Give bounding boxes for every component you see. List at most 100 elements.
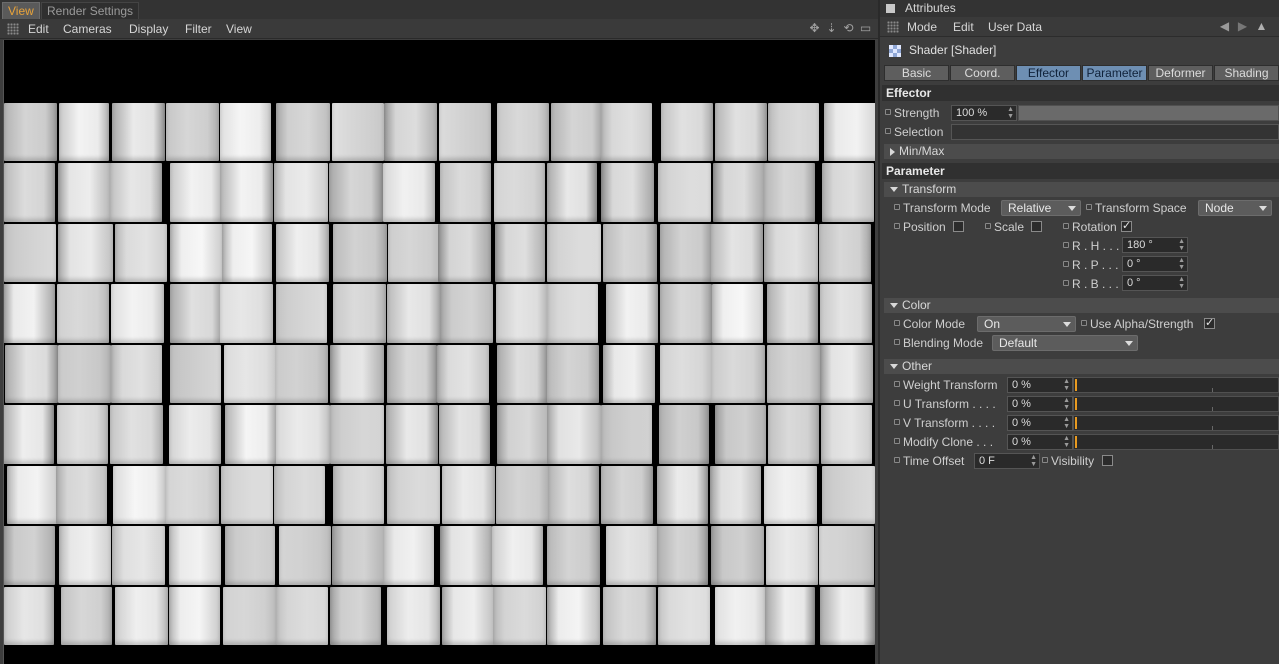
cube-tile [221, 465, 273, 525]
menu-edit[interactable]: Edit [28, 21, 49, 37]
strength-slider[interactable] [1018, 105, 1279, 121]
spinner-icon[interactable]: ▲ ▼ [1007, 106, 1014, 120]
blending-mode-value: Default [999, 336, 1038, 350]
rb-input[interactable]: 0 ° ▲ ▼ [1122, 275, 1188, 291]
tab-effector[interactable]: Effector [1016, 65, 1081, 81]
grip-icon[interactable] [887, 21, 899, 33]
rotate-icon[interactable]: ⟲ [842, 22, 855, 35]
menu-cameras[interactable]: Cameras [63, 21, 112, 37]
tab-shading[interactable]: Shading [1214, 65, 1279, 81]
tab-coord[interactable]: Coord. [950, 65, 1015, 81]
animation-dot[interactable] [885, 109, 891, 115]
u-transform-slider[interactable] [1073, 396, 1279, 412]
visibility-checkbox[interactable] [1102, 455, 1113, 466]
strength-value: 100 % [956, 107, 988, 119]
v-transform-slider[interactable] [1073, 415, 1279, 431]
maximize-icon[interactable]: ▭ [859, 22, 872, 35]
tab-deformer[interactable]: Deformer [1148, 65, 1213, 81]
group-minmax[interactable]: Min/Max [884, 144, 1279, 159]
menu-user-data[interactable]: User Data [988, 19, 1042, 35]
animation-dot[interactable] [894, 381, 900, 387]
animation-dot[interactable] [885, 128, 891, 134]
animation-dot[interactable] [1063, 261, 1069, 267]
tab-render-settings[interactable]: Render Settings [41, 2, 140, 19]
animation-dot[interactable] [894, 438, 900, 444]
animation-dot[interactable] [894, 400, 900, 406]
viewport-canvas[interactable] [3, 40, 875, 664]
cube-tile [113, 465, 168, 525]
animation-dot[interactable] [1063, 242, 1069, 248]
cube-tile [601, 405, 653, 464]
spinner-icon[interactable]: ▲ ▼ [1030, 454, 1037, 468]
transform-space-dropdown[interactable]: Node [1198, 200, 1272, 216]
u-transform-input[interactable]: 0 % ▲ ▼ [1007, 396, 1073, 412]
slider-knob[interactable] [1075, 398, 1077, 410]
up-arrow-icon[interactable]: ▲ [1255, 20, 1268, 33]
strength-input[interactable]: 100 % ▲ ▼ [951, 105, 1017, 121]
selection-field[interactable] [951, 124, 1279, 140]
animation-dot[interactable] [1081, 320, 1087, 326]
menu-display[interactable]: Display [129, 21, 168, 37]
animation-dot[interactable] [894, 204, 900, 210]
forward-arrow-icon[interactable]: ▶ [1236, 20, 1249, 33]
position-checkbox[interactable] [953, 221, 964, 232]
animation-dot[interactable] [894, 339, 900, 345]
rh-input[interactable]: 180 ° ▲ ▼ [1122, 237, 1188, 253]
group-color[interactable]: Color [884, 298, 1279, 313]
v-transform-input[interactable]: 0 % ▲ ▼ [1007, 415, 1073, 431]
weight-transform-value: 0 % [1012, 379, 1031, 391]
spinner-icon[interactable]: ▲ ▼ [1063, 435, 1070, 449]
cube-tile [711, 526, 764, 585]
menu-filter[interactable]: Filter [185, 21, 212, 37]
animation-dot[interactable] [894, 223, 900, 229]
weight-transform-input[interactable]: 0 % ▲ ▼ [1007, 377, 1073, 393]
animation-dot[interactable] [1063, 223, 1069, 229]
blending-mode-dropdown[interactable]: Default [992, 335, 1138, 351]
modify-clone-slider[interactable] [1073, 434, 1279, 450]
tab-basic[interactable]: Basic [884, 65, 949, 81]
group-transform[interactable]: Transform [884, 182, 1279, 197]
slider-knob[interactable] [1075, 379, 1077, 391]
spinner-icon[interactable]: ▲ ▼ [1178, 257, 1185, 271]
grip-icon[interactable] [7, 23, 19, 35]
back-arrow-icon[interactable]: ◀ [1218, 20, 1231, 33]
use-alpha-checkbox[interactable]: ✓ [1204, 318, 1215, 329]
rotation-checkbox[interactable]: ✓ [1121, 221, 1132, 232]
time-offset-input[interactable]: 0 F ▲ ▼ [974, 453, 1040, 469]
animation-dot[interactable] [1063, 280, 1069, 286]
spinner-icon[interactable]: ▲ ▼ [1063, 378, 1070, 392]
animation-dot[interactable] [1042, 457, 1048, 463]
modify-clone-input[interactable]: 0 % ▲ ▼ [1007, 434, 1073, 450]
cube-tile [223, 586, 278, 645]
spinner-icon[interactable]: ▲ ▼ [1178, 276, 1185, 290]
color-group-label: Color [902, 298, 931, 312]
cube-tile [820, 586, 875, 645]
move-icon[interactable]: ✥ [808, 22, 821, 35]
cube-tile [660, 223, 714, 283]
spinner-icon[interactable]: ▲ ▼ [1063, 397, 1070, 411]
menu-mode[interactable]: Mode [907, 19, 937, 35]
weight-transform-slider[interactable] [1073, 377, 1279, 393]
transform-mode-dropdown[interactable]: Relative [1001, 200, 1081, 216]
scale-checkbox[interactable] [1031, 221, 1042, 232]
color-mode-dropdown[interactable]: On [977, 316, 1076, 332]
animation-dot[interactable] [894, 419, 900, 425]
cube-tile [58, 223, 113, 283]
tab-view[interactable]: View [2, 2, 40, 19]
animation-dot[interactable] [1086, 204, 1092, 210]
rp-input[interactable]: 0 ° ▲ ▼ [1122, 256, 1188, 272]
animation-dot[interactable] [894, 320, 900, 326]
animation-dot[interactable] [894, 457, 900, 463]
panel-menu-icon[interactable] [886, 4, 895, 13]
slider-knob[interactable] [1075, 417, 1077, 429]
spinner-icon[interactable]: ▲ ▼ [1178, 238, 1185, 252]
group-other[interactable]: Other [884, 359, 1279, 374]
slider-knob[interactable] [1075, 436, 1077, 448]
cube-tile [4, 526, 55, 585]
spinner-icon[interactable]: ▲ ▼ [1063, 416, 1070, 430]
zoom-icon[interactable]: ⇣ [825, 22, 838, 35]
menu-edit[interactable]: Edit [953, 19, 974, 35]
tab-parameter[interactable]: Parameter [1082, 65, 1147, 81]
menu-view[interactable]: View [226, 21, 252, 37]
animation-dot[interactable] [985, 223, 991, 229]
